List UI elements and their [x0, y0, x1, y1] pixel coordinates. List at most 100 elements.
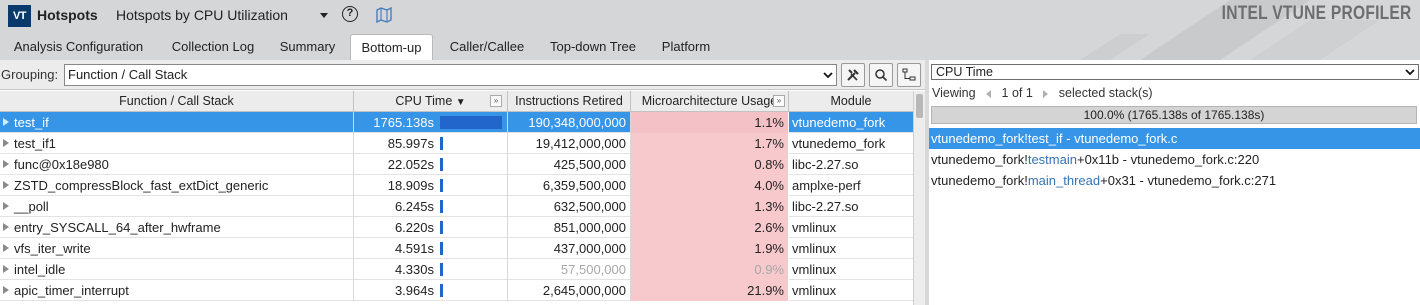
- module-cell: amplxe-perf: [792, 178, 861, 193]
- cpu-time-bar: [440, 158, 443, 171]
- search-icon: [875, 69, 888, 82]
- expand-triangle-icon[interactable]: [3, 139, 9, 147]
- column-header-microarchitecture-usage[interactable]: Microarchitecture Usage »: [631, 91, 789, 112]
- metric-value: CPU Time: [936, 65, 993, 79]
- scrollbar-thumb[interactable]: [916, 94, 923, 118]
- module-cell: vtunedemo_fork: [792, 115, 886, 130]
- table-row[interactable]: vfs_iter_write 4.591s 437,000,000 1.9% v…: [0, 238, 913, 259]
- module-cell: vmlinux: [792, 220, 837, 235]
- cpu-time-bar: [440, 284, 443, 297]
- cpu-time-cell: 22.052s: [354, 154, 508, 175]
- previous-stack-icon[interactable]: [986, 89, 992, 98]
- function-name: test_if: [14, 115, 49, 130]
- chevron-down-icon: [823, 72, 833, 79]
- pager-text: 1 of 1: [1001, 86, 1033, 100]
- grouping-select[interactable]: Function / Call Stack: [64, 64, 837, 86]
- grid-scrollbar[interactable]: [913, 91, 925, 305]
- micro-usage-cell: 1.7%: [631, 133, 789, 154]
- table-row[interactable]: __poll 6.245s 632,500,000 1.3% libc-2.27…: [0, 196, 913, 217]
- brand-label: INTEL VTUNE PROFILER: [1222, 3, 1412, 24]
- micro-usage-cell: 21.9%: [631, 280, 789, 301]
- cpu-time-bar: [440, 221, 443, 234]
- column-header-cpu-time[interactable]: CPU Time ▼ »: [354, 91, 508, 112]
- table-row[interactable]: func@0x18e980 22.052s 425,500,000 0.8% l…: [0, 154, 913, 175]
- function-name: func@0x18e980: [14, 157, 109, 172]
- frame-module: vtunedemo_fork!: [931, 131, 1028, 146]
- cpu-time-cell: 4.330s: [354, 259, 508, 280]
- frame-source: - vtunedemo_fork.c: [1062, 131, 1178, 146]
- table-row[interactable]: entry_SYSCALL_64_after_hwframe 6.220s 85…: [0, 217, 913, 238]
- frame-module: vtunedemo_fork!: [931, 152, 1028, 167]
- table-row[interactable]: ZSTD_compressBlock_fast_extDict_generic …: [0, 175, 913, 196]
- cpu-time-value: 4.330s: [394, 262, 434, 277]
- cpu-time-cell: 1765.138s: [354, 112, 508, 133]
- cpu-time-value: 22.052s: [387, 157, 434, 172]
- cpu-time-bar: [440, 200, 443, 213]
- instructions-cell: 425,500,000: [508, 154, 631, 175]
- tab-summary[interactable]: Summary: [271, 34, 344, 60]
- search-button[interactable]: [869, 63, 893, 87]
- column-header-module[interactable]: Module: [789, 91, 913, 112]
- stack-frame[interactable]: vtunedemo_fork!main_thread+0x31 - vtuned…: [929, 170, 1420, 191]
- tab-top-down-tree[interactable]: Top-down Tree: [540, 34, 646, 60]
- expand-triangle-icon[interactable]: [3, 160, 9, 168]
- tab-bar: Analysis Configuration Collection Log Su…: [0, 34, 1420, 60]
- tab-platform[interactable]: Platform: [652, 34, 720, 60]
- module-cell: vmlinux: [792, 241, 837, 256]
- tab-bottom-up[interactable]: Bottom-up: [350, 34, 433, 60]
- cpu-time-cell: 18.909s: [354, 175, 508, 196]
- column-header-function[interactable]: Function / Call Stack: [0, 91, 354, 112]
- cpu-time-value: 18.909s: [387, 178, 434, 193]
- expand-column-icon[interactable]: »: [490, 95, 502, 107]
- expand-triangle-icon[interactable]: [3, 202, 9, 210]
- tab-analysis-configuration[interactable]: Analysis Configuration: [2, 34, 155, 60]
- column-header-cpu-time-label: CPU Time: [395, 94, 453, 108]
- micro-usage-cell: 1.1%: [631, 112, 789, 133]
- expand-triangle-icon[interactable]: [3, 286, 9, 294]
- table-row[interactable]: test_if1 85.997s 19,412,000,000 1.7% vtu…: [0, 133, 913, 154]
- micro-usage-cell: 4.0%: [631, 175, 789, 196]
- title-bar: VT Hotspots Hotspots by CPU Utilization …: [0, 0, 1420, 34]
- cpu-time-cell: 6.245s: [354, 196, 508, 217]
- instructions-cell: 437,000,000: [508, 238, 631, 259]
- table-row[interactable]: apic_timer_interrupt 3.964s 2,645,000,00…: [0, 280, 913, 301]
- metric-select[interactable]: CPU Time: [931, 64, 1419, 80]
- expand-triangle-icon[interactable]: [3, 265, 9, 273]
- expand-triangle-icon[interactable]: [3, 244, 9, 252]
- frame-source: +0x31 - vtunedemo_fork.c:271: [1100, 173, 1277, 188]
- stack-frame[interactable]: vtunedemo_fork!test_if - vtunedemo_fork.…: [929, 128, 1420, 149]
- tab-caller-callee[interactable]: Caller/Callee: [439, 34, 535, 60]
- brand-decoration-lower: [1080, 34, 1359, 60]
- stack-frame-list: vtunedemo_fork!test_if - vtunedemo_fork.…: [929, 128, 1420, 191]
- expand-column-icon[interactable]: »: [773, 95, 785, 107]
- customize-grouping-button[interactable]: [841, 63, 865, 87]
- cpu-time-cell: 6.220s: [354, 217, 508, 238]
- module-cell: vtunedemo_fork: [792, 136, 886, 151]
- stack-pager: Viewing 1 of 1 selected stack(s): [932, 86, 1153, 100]
- expand-triangle-icon[interactable]: [3, 181, 9, 189]
- expand-triangle-icon[interactable]: [3, 118, 9, 126]
- stack-frame[interactable]: vtunedemo_fork!testmain+0x11b - vtunedem…: [929, 149, 1420, 170]
- table-row[interactable]: intel_idle 4.330s 57,500,000 0.9% vmlinu…: [0, 259, 913, 280]
- instructions-cell: 6,359,500,000: [508, 175, 631, 196]
- tab-collection-log[interactable]: Collection Log: [161, 34, 265, 60]
- hierarchy-icon: [902, 68, 916, 81]
- analysis-map-icon[interactable]: [375, 6, 393, 24]
- help-icon[interactable]: ?: [342, 6, 358, 22]
- frame-function-link[interactable]: testmain: [1028, 152, 1077, 167]
- expand-triangle-icon[interactable]: [3, 223, 9, 231]
- chevron-down-icon[interactable]: [317, 6, 331, 24]
- module-cell: vmlinux: [792, 262, 837, 277]
- call-stack-pane: CPU Time Viewing 1 of 1 selected stack(s…: [929, 60, 1420, 305]
- cpu-time-bar: [440, 179, 443, 192]
- analysis-title[interactable]: Hotspots by CPU Utilization: [116, 7, 288, 23]
- function-name: apic_timer_interrupt: [14, 283, 129, 298]
- grid-body: test_if 1765.138s 190,348,000,000 1.1% v…: [0, 112, 913, 305]
- function-cell: __poll: [0, 196, 354, 217]
- table-row[interactable]: test_if 1765.138s 190,348,000,000 1.1% v…: [0, 112, 913, 133]
- function-name: vfs_iter_write: [14, 241, 91, 256]
- next-stack-icon[interactable]: [1043, 89, 1049, 98]
- call-stack-mode-button[interactable]: [897, 63, 921, 87]
- column-header-instructions-retired[interactable]: Instructions Retired: [508, 91, 631, 112]
- frame-function-link[interactable]: main_thread: [1028, 173, 1100, 188]
